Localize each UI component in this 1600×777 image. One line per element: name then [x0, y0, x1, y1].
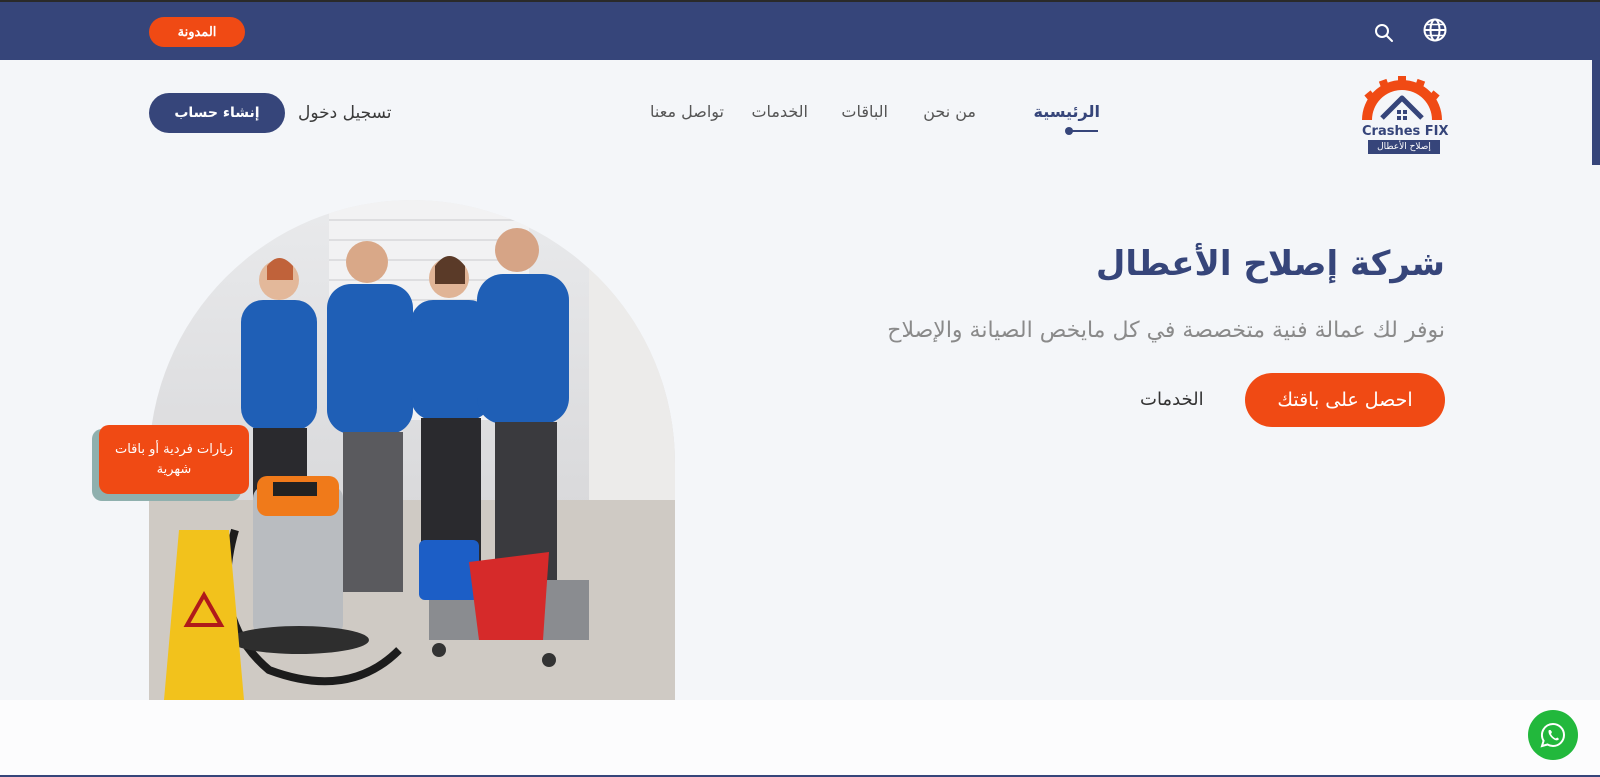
top-bar: المدونة — [0, 2, 1600, 60]
logo-subtitle: إصلاح الأعطال — [1368, 140, 1440, 154]
nav-link-home[interactable]: الرئيسية — [1034, 102, 1101, 121]
search-icon[interactable] — [1374, 23, 1394, 43]
hero-title: شركة إصلاح الأعطال — [1095, 244, 1445, 284]
main-navbar: إنشاء حساب تسجيل دخول الرئيسية من نحن ال… — [0, 60, 1600, 170]
logo-name: Crashes FIX — [1362, 124, 1449, 139]
services-link[interactable]: الخدمات — [1140, 389, 1204, 410]
signup-button[interactable]: إنشاء حساب — [149, 93, 285, 133]
whatsapp-icon — [1540, 722, 1565, 748]
nav-link-contact[interactable]: تواصل معنا — [650, 102, 724, 121]
blog-button[interactable]: المدونة — [149, 17, 245, 47]
login-link[interactable]: تسجيل دخول — [298, 103, 392, 123]
nav-links: الرئيسية من نحن الباقات الخدمات تواصل مع… — [650, 102, 1101, 126]
globe-icon[interactable] — [1423, 18, 1447, 42]
hero-subtitle: نوفر لك عمالة فنية متخصصة في كل مايخص ال… — [887, 318, 1445, 343]
get-package-button[interactable]: احصل على باقتك — [1245, 373, 1445, 427]
active-nav-dot — [1065, 127, 1073, 135]
whatsapp-button[interactable] — [1528, 710, 1578, 760]
nav-link-about[interactable]: من نحن — [923, 102, 976, 121]
nav-link-services[interactable]: الخدمات — [751, 102, 808, 121]
nav-link-packages[interactable]: الباقات — [841, 102, 888, 121]
lower-section — [0, 700, 1600, 777]
visits-packages-badge: زيارات فردية أو باقات شهرية — [99, 425, 249, 494]
scrollbar-thumb[interactable] — [1592, 60, 1600, 165]
